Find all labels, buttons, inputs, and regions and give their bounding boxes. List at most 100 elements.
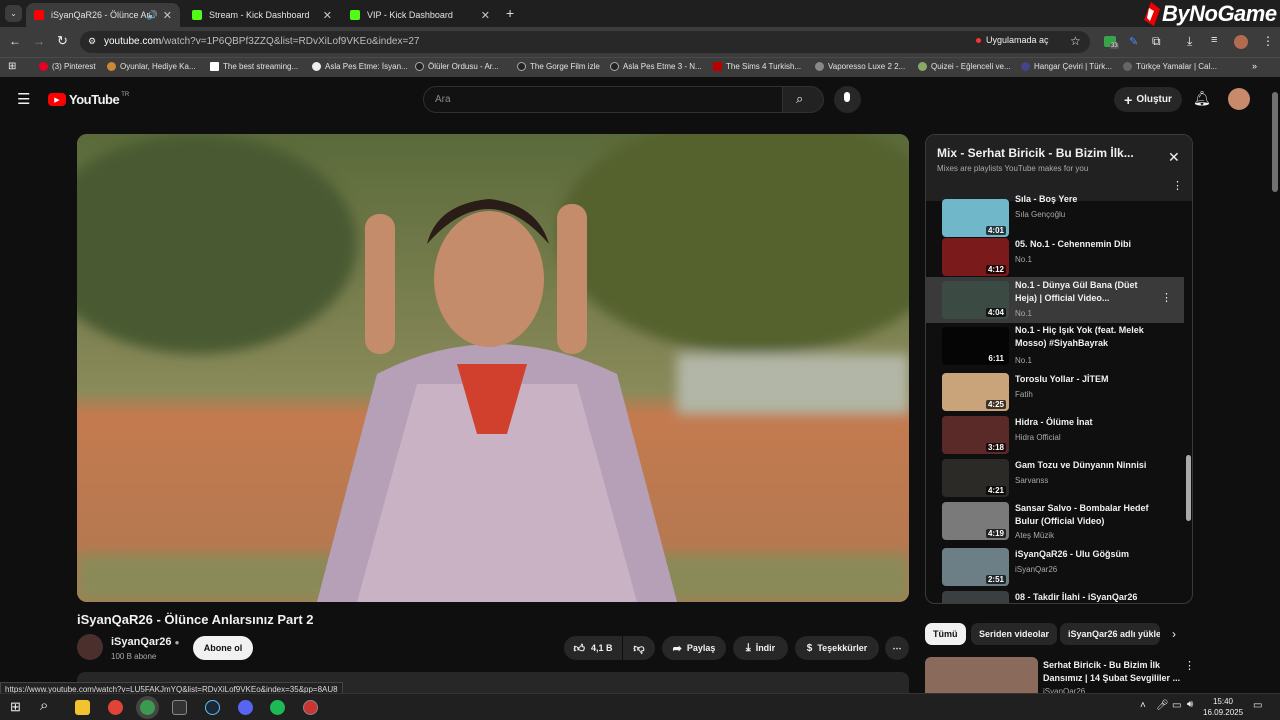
playlist-item[interactable]: 2:51 iSyanQaR26 - Ulu Göğsüm iSyanQar26 bbox=[926, 548, 1184, 592]
chrome-icon[interactable] bbox=[140, 700, 155, 715]
playlist-header: Mix - Serhat Biricik - Bu Bizim İlk... M… bbox=[926, 135, 1192, 201]
new-tab-button[interactable]: + bbox=[506, 5, 514, 21]
bookmark-item[interactable]: Türkçe Yamalar | Cal... bbox=[1123, 62, 1217, 71]
tray-chevron-icon[interactable]: ˄ bbox=[1140, 700, 1146, 711]
forward-icon[interactable]: → bbox=[33, 34, 45, 48]
back-icon[interactable]: ← bbox=[9, 34, 21, 48]
playlist-item[interactable]: 4:01 Sıla - Boş Yere Sıla Gençoğlu bbox=[926, 194, 1184, 243]
like-button[interactable]: 👍︎ 4,1 B bbox=[564, 636, 622, 660]
audio-icon[interactable]: 🔊 bbox=[147, 10, 158, 21]
close-tab-icon[interactable]: ✕ bbox=[163, 9, 172, 22]
bookmark-star-icon[interactable]: ☆ bbox=[1070, 34, 1081, 48]
discord-icon[interactable] bbox=[238, 700, 253, 715]
recommended-video[interactable]: Serhat Biricik - Bu Bizim İlk Dansımız |… bbox=[925, 657, 1195, 696]
extension-icon[interactable]: ✎ bbox=[1129, 35, 1138, 48]
menu-icon[interactable]: ⋮ bbox=[1262, 34, 1274, 48]
app-icon[interactable] bbox=[303, 700, 318, 715]
playlist-title[interactable]: Mix - Serhat Biricik - Bu Bizim İlk... bbox=[937, 146, 1147, 160]
subscribe-button[interactable]: Abone ol bbox=[193, 636, 253, 660]
search-input[interactable]: Ara bbox=[423, 86, 783, 113]
video-player[interactable] bbox=[77, 134, 909, 602]
bookmark-item[interactable]: Ölüler Ordusu - Ar... bbox=[415, 62, 499, 71]
bookmark-item[interactable]: Asla Pes Etme 3 - N... bbox=[610, 62, 702, 71]
item-menu-icon[interactable]: ⋮ bbox=[1184, 659, 1195, 672]
share-button[interactable]: ➦ Paylaş bbox=[662, 636, 726, 660]
download-button[interactable]: ⤓ İndir bbox=[733, 636, 788, 660]
playlist-item-selected[interactable]: 4:04 No.1 - Dünya Gül Bana (Düet Heja) |… bbox=[926, 277, 1184, 323]
channel-avatar[interactable] bbox=[77, 634, 103, 660]
download-icon: ⤓ bbox=[745, 641, 751, 654]
page-scrollbar[interactable] bbox=[1272, 92, 1278, 192]
search-icon[interactable]: ⌕ bbox=[40, 697, 48, 714]
search-button[interactable]: ⌕ bbox=[782, 86, 824, 113]
playlist-item[interactable]: 08 - Takdir İlahi - iSyanQar26 bbox=[926, 591, 1184, 603]
bookmark-item[interactable]: Quizei - Eğlenceli ve... bbox=[918, 62, 1011, 71]
thanks-button[interactable]: $ Teşekkürler bbox=[795, 636, 879, 660]
notification-center-icon[interactable]: ▭ bbox=[1253, 700, 1262, 711]
volume-icon[interactable]: 🔊︎ bbox=[1187, 699, 1193, 710]
site-icon bbox=[918, 62, 927, 71]
hamburger-menu-icon[interactable]: ☰ bbox=[17, 90, 30, 108]
playlist-item[interactable]: 3:18 Hidra - Ölüme İnat Hidra Official bbox=[926, 416, 1184, 460]
tab-vip-kick[interactable]: VIP - Kick Dashboard ✕ bbox=[342, 3, 498, 27]
chip-all[interactable]: Tümü bbox=[925, 623, 966, 645]
youtube-logo[interactable]: ▶ YouTube TR bbox=[48, 92, 129, 107]
bookmark-item[interactable]: The Gorge Film izle bbox=[517, 62, 600, 71]
playlist-item[interactable]: 6:11 No.1 - Hiç Işık Yok (feat. Melek Mo… bbox=[926, 325, 1184, 371]
reload-icon[interactable]: ↻ bbox=[57, 33, 68, 49]
chip-channel-uploads[interactable]: iSyanQar26 adlı yükle bbox=[1060, 623, 1160, 645]
item-menu-icon[interactable]: ⋮ bbox=[1161, 291, 1172, 304]
app-icon[interactable] bbox=[172, 700, 187, 715]
site-icon bbox=[815, 62, 824, 71]
site-info-icon[interactable]: ⚙ bbox=[88, 36, 96, 47]
bookmark-item[interactable]: Vaporesso Luxe 2 2... bbox=[815, 62, 905, 71]
playlist-item[interactable]: 4:25 Toroslu Yollar - JİTEM Fatih bbox=[926, 373, 1184, 417]
chevron-right-icon[interactable]: › bbox=[1172, 627, 1176, 641]
microphone-tray-icon[interactable]: 🎤︎ bbox=[1156, 700, 1169, 711]
notifications-bell-icon[interactable]: 🔔︎ bbox=[1193, 90, 1211, 107]
address-bar[interactable]: ⚙ youtube.com/watch?v=1P6QBPf3ZZQ&list=R… bbox=[80, 31, 1090, 53]
create-button[interactable]: + Oluştur bbox=[1114, 87, 1182, 112]
bookmark-item[interactable]: Asla Pes Etme: İsyan... bbox=[312, 62, 408, 71]
profile-avatar[interactable] bbox=[1234, 35, 1248, 49]
playlist-item[interactable]: 4:21 Gam Tozu ve Dünyanın Ninnisi Sarvan… bbox=[926, 459, 1184, 503]
chrome-icon[interactable] bbox=[108, 700, 123, 715]
bookmark-item[interactable]: Hangar Çeviri | Türk... bbox=[1021, 62, 1112, 71]
dislike-button[interactable]: 👎︎ bbox=[623, 636, 655, 660]
clock[interactable]: 15:40 16.09.2025 bbox=[1203, 696, 1243, 718]
voice-search-button[interactable] bbox=[834, 86, 861, 113]
steam-icon[interactable] bbox=[205, 700, 220, 715]
close-icon[interactable]: ✕ bbox=[1168, 149, 1180, 166]
playlist-item[interactable]: 4:12 05. No.1 - Cehennemin Dibi No.1 bbox=[926, 238, 1184, 282]
network-icon[interactable]: ▭ bbox=[1172, 700, 1181, 711]
puzzle-icon[interactable]: ⧉ bbox=[1152, 34, 1161, 49]
more-bookmarks-icon[interactable]: » bbox=[1252, 61, 1257, 71]
playlist-scrollbar[interactable] bbox=[1186, 455, 1191, 521]
bookmark-item[interactable]: The Sims 4 Turkish... bbox=[713, 62, 801, 71]
bookmark-item[interactable]: (3) Pinterest bbox=[39, 62, 96, 71]
playlist-item[interactable]: 4:19 Sansar Salvo - Bombalar Hedef Bulur… bbox=[926, 502, 1184, 546]
tab-youtube[interactable]: iSyanQaR26 - Ölünce Anlarsı 🔊 ✕ bbox=[26, 3, 180, 27]
verified-icon: ● bbox=[174, 638, 180, 647]
windows-start-icon[interactable]: ⊞ bbox=[10, 699, 21, 715]
playlist-menu-icon[interactable]: ⋮ bbox=[1172, 179, 1183, 192]
more-actions-button[interactable]: ⋯ bbox=[885, 636, 909, 660]
tab-search-button[interactable]: ⌄ bbox=[5, 5, 22, 22]
account-avatar[interactable] bbox=[1228, 88, 1250, 110]
media-control-icon[interactable]: ≡ bbox=[1211, 34, 1217, 46]
open-in-app-button[interactable]: Uygulamada aç bbox=[976, 35, 1049, 45]
channel-name[interactable]: iSyanQar26 ● bbox=[111, 636, 179, 648]
thumbs-up-icon: 👍︎ bbox=[573, 642, 585, 655]
bookmark-item[interactable]: Oyunlar, Hediye Ka... bbox=[107, 62, 196, 71]
close-tab-icon[interactable]: ✕ bbox=[323, 9, 332, 22]
chip-series[interactable]: Seriden videolar bbox=[971, 623, 1058, 645]
bookmark-item[interactable]: The best streaming... bbox=[210, 62, 298, 71]
site-icon bbox=[1123, 62, 1132, 71]
spotify-icon[interactable] bbox=[270, 700, 285, 715]
tab-title: iSyanQaR26 - Ölünce Anlarsı bbox=[51, 10, 151, 20]
file-explorer-icon[interactable] bbox=[75, 700, 90, 715]
tab-stream-kick[interactable]: Stream - Kick Dashboard ✕ bbox=[184, 3, 340, 27]
download-icon[interactable]: ⤓ bbox=[1187, 34, 1192, 49]
close-tab-icon[interactable]: ✕ bbox=[481, 9, 490, 22]
apps-icon[interactable]: ⊞ bbox=[8, 61, 16, 72]
